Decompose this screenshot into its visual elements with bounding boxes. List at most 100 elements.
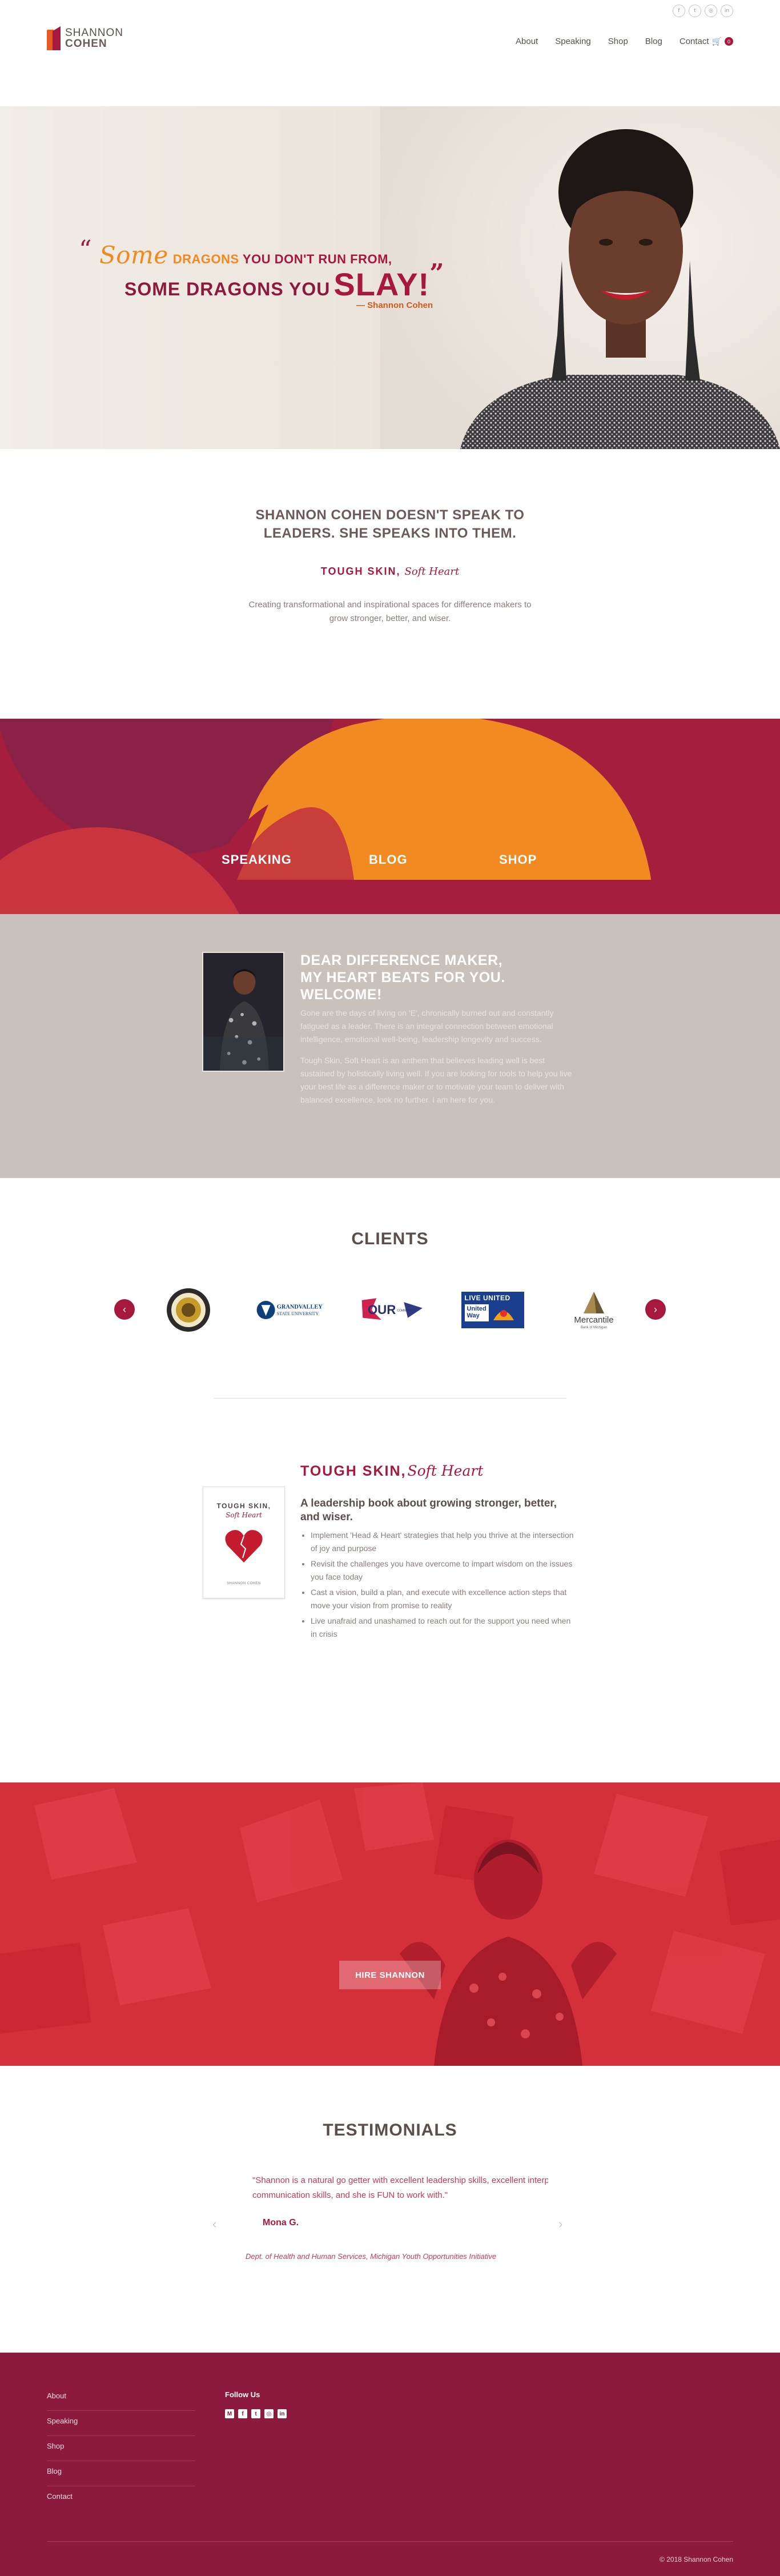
cta-shop-link[interactable]: SHOP — [499, 852, 537, 867]
quote-line2: SOME DRAGONS YOU SLAY!” — [79, 259, 467, 303]
intro-brand-a: TOUGH SKIN, — [320, 566, 401, 577]
quote-line1-rest: YOU DON'T RUN FROM, — [242, 252, 392, 266]
nav-blog[interactable]: Blog — [645, 37, 662, 46]
nav-shop[interactable]: Shop — [608, 37, 628, 46]
list-item: Revisit the challenges you have overcome… — [311, 1557, 574, 1584]
quote-dragons: DRAGONS — [172, 252, 239, 266]
cta-speaking-link[interactable]: SPEAKING — [222, 852, 292, 867]
welcome-heading: DEAR DIFFERENCE MAKER, MY HEART BEATS FO… — [300, 952, 574, 1003]
mercantile-sub: Bank of Michigan — [581, 1326, 607, 1329]
intro-text: Creating transformational and inspiratio… — [248, 600, 532, 623]
cart-count-badge: 0 — [725, 37, 733, 46]
cta-blog-link[interactable]: BLOG — [369, 852, 408, 867]
footer-link-speaking[interactable]: Speaking — [47, 2411, 195, 2436]
testimonial-slide: "Shannon is a natural go getter with exc… — [246, 2173, 548, 2276]
intro-brand: TOUGH SKIN, Soft Heart — [0, 566, 780, 578]
footer-follow-title: Follow Us — [225, 2390, 260, 2399]
nav-contact-group: Contact 🛒 0 — [680, 37, 733, 46]
testimonial-name: Mona G. — [263, 2218, 299, 2228]
book-subtitle: A leadership book about growing stronger… — [300, 1497, 557, 1523]
united-way-hand-icon — [493, 1310, 514, 1320]
intro-section: SHANNON COHEN DOESN'T SPEAK TO LEADERS. … — [0, 449, 780, 719]
main-nav: About Speaking Shop Blog Contact 🛒 0 — [516, 37, 733, 46]
book-section: TOUGH SKIN, Soft Heart SHANNON COHEN TOU… — [0, 1399, 780, 1782]
quote-slay: SLAY! — [333, 266, 430, 302]
gvsu-logo-icon: GRANDVALLEY STATE UNIVERSITY — [256, 1301, 323, 1319]
book-title: TOUGH SKIN,Soft Heart — [300, 1463, 483, 1480]
logo-line1: SHANNON — [65, 27, 124, 39]
quote-some: Some — [99, 241, 168, 269]
facebook-icon[interactable]: f — [238, 2409, 247, 2418]
our-logo-icon: OUR COMMUNITY — [361, 1298, 423, 1320]
medium-icon[interactable]: M — [225, 2409, 234, 2418]
list-item: Live unafraid and unashamed to reach out… — [311, 1614, 574, 1641]
instagram-icon[interactable]: ◎ — [705, 5, 717, 17]
testimonials-section: TESTIMONIALS ‹ "Shannon is a natural go … — [0, 2066, 780, 2353]
welcome-paragraph-1: Gone are the days of living on 'E', chro… — [300, 1008, 554, 1044]
united-way-box: LIVE UNITED United Way — [461, 1292, 524, 1328]
hire-background-image — [0, 1782, 780, 2066]
twitter-icon[interactable]: t — [251, 2409, 260, 2418]
quote-open-mark: “ — [79, 235, 92, 265]
client-logo-mercantile: Mercantile Bank of Michigan — [560, 1287, 628, 1333]
site-header: f t ◎ in SHANNON COHEN About Speaking Sh… — [0, 0, 780, 106]
intro-heading: SHANNON COHEN DOESN'T SPEAK TO LEADERS. … — [0, 506, 780, 543]
header-socials: f t ◎ in — [673, 5, 733, 17]
quote-close-mark: ” — [429, 259, 445, 288]
footer-menu: About Speaking Shop Blog Contact — [47, 2386, 195, 2511]
book-cover-image[interactable]: TOUGH SKIN, Soft Heart SHANNON COHEN — [203, 1487, 285, 1599]
footer-link-contact[interactable]: Contact — [47, 2486, 195, 2511]
facebook-icon[interactable]: f — [673, 5, 685, 17]
nav-contact[interactable]: Contact — [680, 37, 709, 46]
testimonial-org: Dept. of Health and Human Services, Mich… — [246, 2252, 497, 2261]
linkedin-icon[interactable]: in — [278, 2409, 287, 2418]
testimonial-next-arrow[interactable]: › — [558, 2217, 562, 2232]
footer-bottom-bar: © 2018 Shannon Cohen — [47, 2541, 733, 2563]
footer-link-shop[interactable]: Shop — [47, 2436, 195, 2461]
clients-section: CLIENTS ‹ GRANDVALLEY STATE UNIVERSITY O… — [0, 1178, 780, 1399]
nav-about[interactable]: About — [516, 37, 538, 46]
welcome-paragraph-2: Tough Skin, Soft Heart is an anthem that… — [300, 1056, 572, 1104]
united-way-l2: United — [467, 1305, 487, 1312]
united-way-l3: Way — [467, 1312, 480, 1319]
welcome-heading-line1: DEAR DIFFERENCE MAKER, — [300, 952, 503, 968]
footer-link-blog[interactable]: Blog — [47, 2461, 195, 2486]
client-logo-seal — [154, 1287, 223, 1333]
hero-section: “ Some DRAGONS YOU DON'T RUN FROM, SOME D… — [0, 106, 780, 449]
svg-text:COMMUNITY: COMMUNITY — [397, 1309, 415, 1313]
book-cover-title: TOUGH SKIN, — [216, 1502, 271, 1510]
instagram-icon[interactable]: ◎ — [264, 2409, 274, 2418]
site-logo[interactable]: SHANNON COHEN — [47, 26, 123, 50]
testimonial-prev-arrow[interactable]: ‹ — [212, 2217, 216, 2232]
book-cover-subtitle: Soft Heart — [226, 1511, 262, 1519]
footer-follow: Follow Us M f t ◎ in — [225, 2390, 287, 2418]
clients-carousel: ‹ GRANDVALLEY STATE UNIVERSITY OUR COMMU… — [114, 1284, 666, 1336]
book-benefits-list: Implement 'Head & Heart' strategies that… — [300, 1529, 574, 1641]
intro-heading-line1: SHANNON COHEN DOESN'T SPEAK TO — [255, 507, 525, 523]
hire-section: HIRE SHANNON — [0, 1782, 780, 2066]
footer-copyright: © 2018 Shannon Cohen — [660, 2555, 733, 2563]
footer-link-about[interactable]: About — [47, 2386, 195, 2411]
twitter-icon[interactable]: t — [689, 5, 701, 17]
hire-shannon-button[interactable]: HIRE SHANNON — [339, 1961, 441, 1989]
welcome-heading-line3: WELCOME! — [300, 987, 382, 1003]
cart-icon[interactable]: 🛒 — [712, 37, 722, 46]
book-cover-author: SHANNON COHEN — [227, 1582, 261, 1585]
logo-line2: COHEN — [65, 38, 107, 50]
logo-text: SHANNON COHEN — [65, 27, 123, 49]
testimonial-quote: "Shannon is a natural go getter with exc… — [252, 2176, 548, 2200]
welcome-text: DEAR DIFFERENCE MAKER, MY HEART BEATS FO… — [300, 952, 574, 1107]
welcome-photo — [202, 952, 284, 1072]
client-logos: GRANDVALLEY STATE UNIVERSITY OUR COMMUNI… — [154, 1284, 628, 1336]
linkedin-icon[interactable]: in — [721, 5, 733, 17]
carousel-prev-button[interactable]: ‹ — [114, 1299, 135, 1320]
site-footer: About Speaking Shop Blog Contact Follow … — [0, 2353, 780, 2576]
seal-icon — [167, 1288, 210, 1332]
mercantile-logo-icon: Mercantile Bank of Michigan — [574, 1292, 614, 1329]
hero-quote: “ Some DRAGONS YOU DON'T RUN FROM, SOME D… — [79, 235, 467, 310]
carousel-next-button[interactable]: › — [645, 1299, 666, 1320]
intro-heading-line2: LEADERS. SHE SPEAKS INTO THEM. — [263, 526, 517, 541]
nav-speaking[interactable]: Speaking — [555, 37, 591, 46]
cta-background-shapes — [0, 719, 780, 914]
quote-line2-text: SOME DRAGONS YOU — [124, 279, 331, 299]
